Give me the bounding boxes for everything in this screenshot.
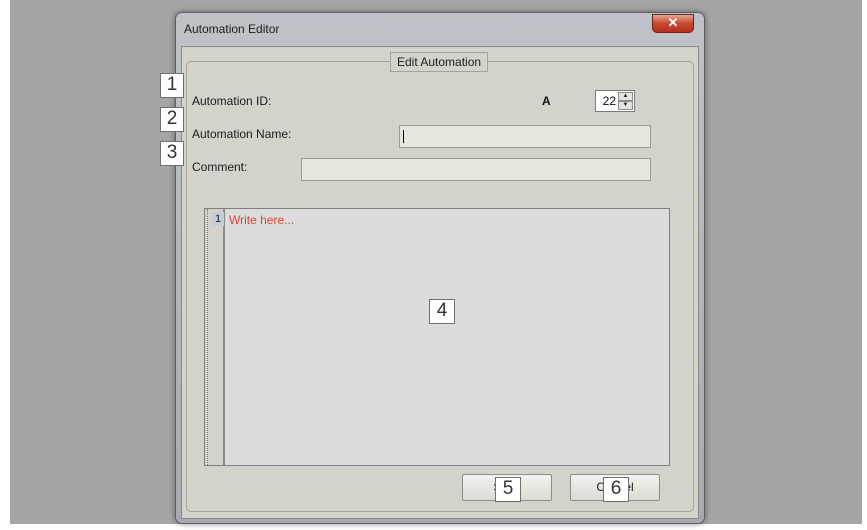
spinner-buttons: ▲ ▼: [618, 92, 633, 110]
text-caret: [403, 130, 404, 143]
callout-2: 2: [160, 107, 184, 132]
callout-5: 5: [495, 477, 521, 502]
line-number: 1: [212, 212, 224, 226]
window-title: Automation Editor: [184, 22, 280, 36]
automation-id-spinner[interactable]: 22 ▲ ▼: [595, 90, 635, 112]
callout-3: 3: [160, 141, 184, 166]
comment-input[interactable]: [301, 158, 651, 181]
callout-1: 1: [160, 73, 184, 98]
comment-label: Comment:: [192, 160, 248, 174]
edit-automation-group: Edit Automation Automation ID: A 22 ▲ ▼ …: [186, 52, 694, 512]
callout-6: 6: [603, 477, 629, 502]
spin-down-icon[interactable]: ▼: [618, 101, 633, 110]
spin-up-icon[interactable]: ▲: [618, 92, 633, 101]
editor-placeholder: Write here...: [229, 213, 295, 227]
script-editor[interactable]: 1 Write here...: [204, 208, 670, 466]
group-legend: Edit Automation: [390, 52, 489, 72]
close-icon: ✕: [667, 15, 679, 30]
automation-id-label: Automation ID:: [192, 94, 272, 108]
title-bar[interactable]: Automation Editor ✕: [176, 13, 704, 43]
automation-editor-dialog: Automation Editor ✕ Edit Automation Auto…: [175, 12, 705, 524]
automation-name-input[interactable]: [399, 125, 651, 148]
automation-id-prefix: A: [542, 94, 551, 108]
automation-name-label: Automation Name:: [192, 127, 292, 141]
line-number-gutter: 1: [205, 209, 225, 465]
gutter-dotted-line: [207, 209, 209, 465]
callout-4: 4: [429, 299, 455, 324]
automation-id-value: 22: [602, 94, 616, 108]
close-button[interactable]: ✕: [652, 14, 694, 33]
dialog-client-area: Edit Automation Automation ID: A 22 ▲ ▼ …: [181, 46, 699, 519]
